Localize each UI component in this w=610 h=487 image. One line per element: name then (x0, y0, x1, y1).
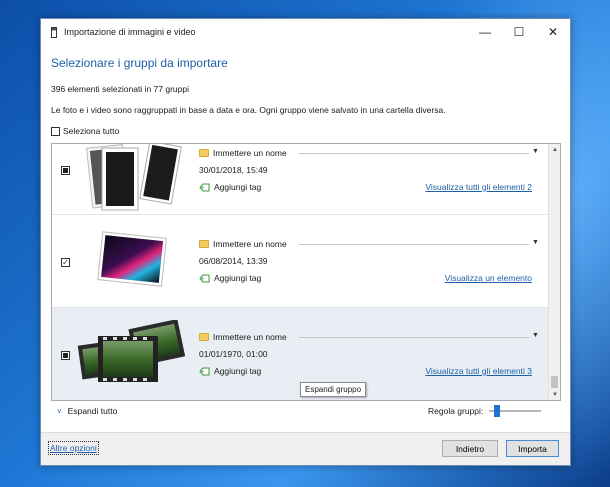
tag-add-icon (199, 274, 210, 282)
add-tag-button[interactable]: Aggiungi tag (199, 273, 261, 283)
group-name-placeholder: Immettere un nome (213, 239, 287, 249)
name-underline (299, 244, 529, 245)
list-scrollbar[interactable]: ▲ ▼ (548, 144, 560, 400)
add-tag-button[interactable]: Aggiungi tag (199, 182, 261, 192)
window-title: Importazione di immagini e video (64, 27, 196, 37)
group-name-placeholder: Immettere un nome (213, 148, 287, 158)
adjust-groups-control: Regola gruppi: (428, 405, 542, 417)
grouping-description: Le foto e i video sono raggruppati in ba… (51, 105, 446, 115)
back-button[interactable]: Indietro (442, 440, 498, 457)
close-button[interactable]: ✕ (536, 19, 570, 45)
import-dialog: Importazione di immagini e video — ☐ ✕ S… (40, 18, 571, 466)
tag-add-icon (199, 367, 210, 375)
select-all-label: Seleziona tutto (63, 126, 120, 136)
group-checkbox[interactable] (61, 166, 70, 175)
window-controls: — ☐ ✕ (468, 19, 570, 45)
scroll-thumb[interactable] (551, 376, 558, 388)
name-underline (299, 337, 529, 338)
adjust-groups-slider[interactable] (489, 405, 542, 417)
page-title: Selezionare i gruppi da importare (51, 56, 228, 70)
select-all-box[interactable] (51, 126, 60, 136)
view-all-link[interactable]: Visualizza tutti gli elementi 2 (425, 182, 532, 192)
add-tag-label: Aggiungi tag (214, 182, 262, 192)
dropdown-arrow-icon[interactable]: ▼ (532, 239, 539, 246)
expand-group-tooltip: Espandi gruppo (300, 382, 367, 397)
expand-all-button[interactable]: ˅ Espandi tutto (57, 406, 117, 416)
chevron-down-icon: ˅ (57, 406, 62, 416)
group-thumbnail (97, 231, 167, 287)
group-thumbnail (77, 320, 186, 382)
group-checkbox[interactable] (61, 351, 70, 360)
group-checkbox[interactable] (61, 258, 70, 267)
group-thumbnail (86, 144, 182, 211)
dropdown-arrow-icon[interactable]: ▼ (532, 148, 539, 155)
folder-icon (199, 240, 209, 248)
selection-count: 396 elementi selezionati in 77 gruppi (51, 84, 189, 94)
add-tag-label: Aggiungi tag (214, 366, 262, 376)
group-name-field[interactable]: Immettere un nome (199, 239, 287, 249)
add-tag-button[interactable]: Aggiungi tag (199, 366, 261, 376)
title-bar: Importazione di immagini e video — ☐ ✕ (41, 19, 570, 45)
group-name-field[interactable]: Immettere un nome (199, 148, 287, 158)
import-group: Immettere un nome ▼ 06/08/2014, 13:39 Ag… (52, 215, 548, 308)
group-date: 01/01/1970, 01:00 (199, 349, 268, 359)
expand-all-label: Espandi tutto (67, 406, 118, 416)
name-underline (299, 153, 529, 154)
import-button[interactable]: Importa (506, 440, 559, 457)
view-all-link[interactable]: Visualizza tutti gli elementi 3 (425, 366, 532, 376)
scroll-down-arrow-icon[interactable]: ▼ (549, 389, 560, 400)
slider-thumb[interactable] (494, 405, 501, 417)
scroll-up-arrow-icon[interactable]: ▲ (549, 144, 560, 155)
dialog-footer: Altre opzioni Indietro Importa (41, 432, 570, 465)
adjust-groups-label: Regola gruppi: (428, 406, 484, 416)
group-name-field[interactable]: Immettere un nome (199, 332, 287, 342)
folder-icon (199, 149, 209, 157)
more-options-link[interactable]: Altre opzioni (48, 441, 99, 455)
folder-icon (199, 333, 209, 341)
group-date: 30/01/2018, 15:49 (199, 165, 268, 175)
group-date: 06/08/2014, 13:39 (199, 256, 268, 266)
group-name-placeholder: Immettere un nome (213, 332, 287, 342)
import-group: Immettere un nome ▼ 30/01/2018, 15:49 Ag… (52, 144, 548, 215)
group-list: Immettere un nome ▼ 30/01/2018, 15:49 Ag… (51, 143, 561, 401)
add-tag-label: Aggiungi tag (214, 273, 262, 283)
tag-add-icon (199, 183, 210, 191)
dropdown-arrow-icon[interactable]: ▼ (532, 332, 539, 339)
maximize-button[interactable]: ☐ (502, 19, 536, 45)
app-icon (51, 26, 57, 38)
view-one-link[interactable]: Visualizza un elemento (445, 273, 532, 283)
select-all-checkbox[interactable]: Seleziona tutto (51, 126, 119, 136)
minimize-button[interactable]: — (468, 19, 502, 45)
